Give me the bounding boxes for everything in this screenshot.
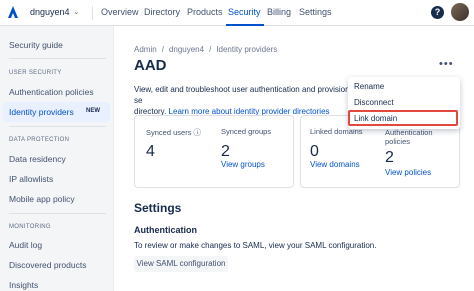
page-description: View, edit and troubleshoot user authent… <box>134 84 370 117</box>
atlassian-logo-icon[interactable] <box>6 5 20 19</box>
sidebar-item-authentication-policies[interactable]: Authentication policies <box>9 87 94 97</box>
more-actions-button[interactable]: ••• <box>439 58 454 70</box>
chevron-down-icon: ⌄ <box>73 9 80 16</box>
sidebar-item-data-residency[interactable]: Data residency <box>9 154 66 164</box>
sidebar-item-insights[interactable]: Insights <box>9 280 38 290</box>
sidebar-divider <box>9 58 106 59</box>
page-title: AAD <box>134 57 167 74</box>
view-domains-link[interactable]: View domains <box>310 160 360 169</box>
sidebar-item-identity-providers[interactable]: Identity providers <box>9 107 74 117</box>
synced-groups-label: Synced groups <box>221 127 272 136</box>
authentication-heading: Authentication <box>134 225 197 235</box>
avatar[interactable] <box>451 3 469 21</box>
breadcrumb-separator: / <box>209 45 212 54</box>
nav-overview[interactable]: Overview <box>101 7 139 17</box>
stats-card-left: Synced users ⓘ 4 Synced groups 2 View gr… <box>134 115 294 188</box>
active-tab-indicator <box>226 24 264 26</box>
sidebar-item-security-guide[interactable]: Security guide <box>9 40 63 50</box>
linked-domains-value: 0 <box>310 143 319 160</box>
synced-groups-value: 2 <box>221 143 230 160</box>
settings-heading: Settings <box>134 201 182 215</box>
view-groups-link[interactable]: View groups <box>221 160 265 169</box>
nav-settings[interactable]: Settings <box>299 7 332 17</box>
sidebar-section-user-security: USER SECURITY <box>9 70 62 76</box>
breadcrumb-separator: / <box>161 45 164 54</box>
sidebar: Security guide USER SECURITY Authenticat… <box>0 26 114 291</box>
view-policies-link[interactable]: View policies <box>385 168 431 177</box>
info-icon: ⓘ <box>193 128 202 137</box>
nav-security[interactable]: Security <box>228 7 261 17</box>
new-badge: NEW <box>86 108 100 114</box>
breadcrumb-admin[interactable]: Admin <box>134 45 157 54</box>
breadcrumb: Admin / dnguyen4 / Identity providers <box>134 45 277 54</box>
nav-divider <box>92 6 93 20</box>
nav-directory[interactable]: Directory <box>144 7 180 17</box>
menu-item-link-domain[interactable]: Link domain <box>354 114 397 123</box>
sidebar-item-audit-log[interactable]: Audit log <box>9 240 42 250</box>
authentication-policies-value: 2 <box>385 149 394 166</box>
org-name: dnguyen4 <box>30 7 70 17</box>
description-text: View, edit and troubleshoot user authent… <box>134 85 361 105</box>
authentication-policies-label: Authentication policies <box>385 128 433 146</box>
synced-users-value: 4 <box>146 143 155 160</box>
nav-products[interactable]: Products <box>187 7 223 17</box>
menu-item-disconnect[interactable]: Disconnect <box>354 98 394 107</box>
nav-billing[interactable]: Billing <box>267 7 291 17</box>
menu-item-rename[interactable]: Rename <box>354 82 384 91</box>
sidebar-item-discovered-products[interactable]: Discovered products <box>9 260 86 270</box>
view-saml-configuration-button[interactable]: View SAML configuration <box>134 256 228 272</box>
sidebar-item-ip-allowlists[interactable]: IP allowlists <box>9 174 53 184</box>
breadcrumb-identity-providers[interactable]: Identity providers <box>216 45 277 54</box>
org-switcher[interactable]: dnguyen4 ⌄ <box>30 7 79 17</box>
breadcrumb-org[interactable]: dnguyen4 <box>169 45 204 54</box>
sidebar-divider <box>9 126 106 127</box>
synced-users-label: Synced users ⓘ <box>146 128 202 137</box>
sidebar-divider <box>9 213 106 214</box>
authentication-description: To review or make changes to SAML, view … <box>134 241 377 250</box>
help-icon[interactable]: ? <box>431 6 444 19</box>
sidebar-item-mobile-app-policy[interactable]: Mobile app policy <box>9 194 75 204</box>
more-actions-menu: Rename Disconnect Link domain <box>348 77 460 129</box>
sidebar-section-monitoring: MONITORING <box>9 224 51 230</box>
sidebar-section-data-protection: DATA PROTECTION <box>9 137 70 143</box>
top-navigation: dnguyen4 ⌄ Overview Directory Products S… <box>0 0 474 26</box>
